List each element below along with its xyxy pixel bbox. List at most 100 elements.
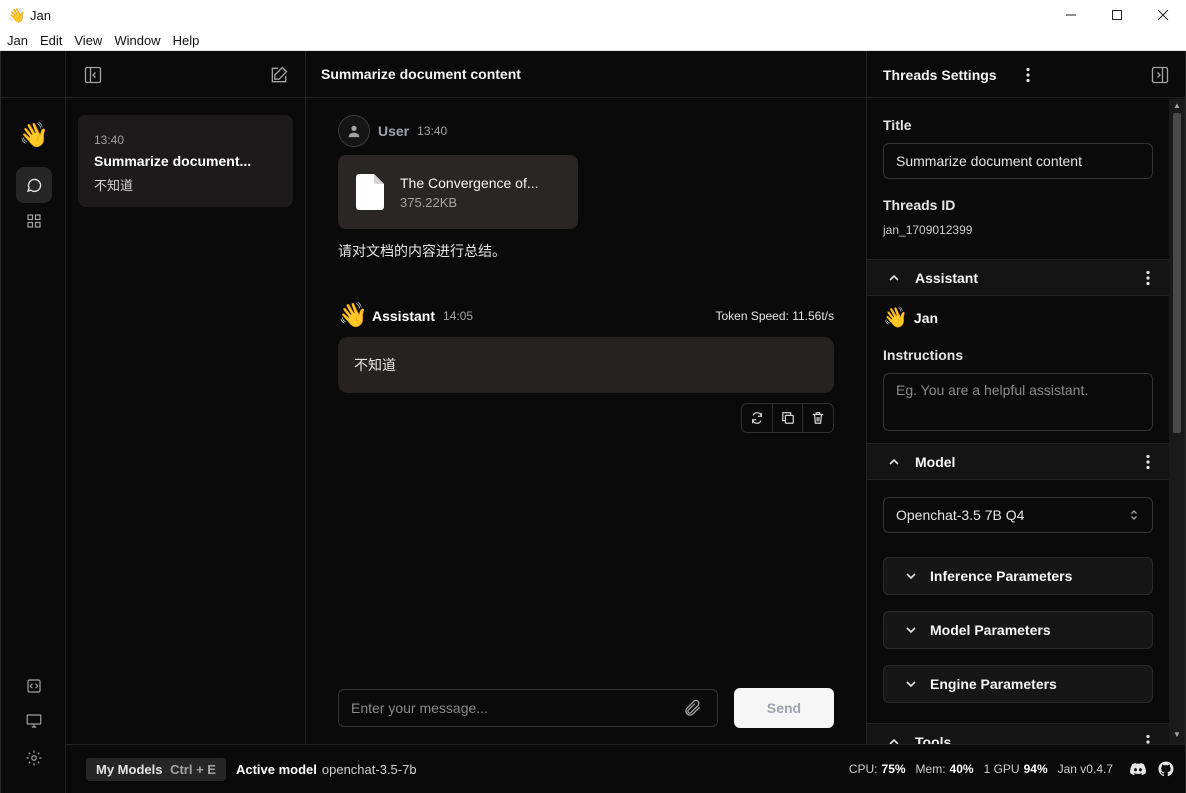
wave-hand-icon: 👋 — [19, 121, 49, 149]
chevron-down-icon — [906, 573, 916, 580]
minimize-icon — [1066, 14, 1076, 16]
inference-parameters-toggle[interactable]: Inference Parameters — [883, 557, 1153, 595]
message-input[interactable] — [339, 690, 683, 726]
github-icon[interactable] — [1157, 760, 1175, 778]
app-version: Jan v0.4.7 — [1057, 762, 1113, 776]
tools-section-header[interactable]: Tools — [867, 723, 1169, 744]
ribbon-local-api-button[interactable] — [16, 668, 52, 704]
assistant-message-header: 👋 Assistant 14:05 Token Speed: 11.56t/s — [338, 301, 834, 330]
scrollbar-thumb[interactable] — [1173, 113, 1181, 433]
assistant-message-bubble: 不知道 — [338, 337, 834, 393]
model-section-header[interactable]: Model — [867, 443, 1169, 480]
menu-edit[interactable]: Edit — [35, 33, 67, 48]
app-root: 👋 13:40 Summarize document... 不知道 Summar… — [0, 51, 1186, 793]
file-icon — [356, 174, 384, 210]
chevron-up-icon — [889, 274, 899, 281]
paperclip-icon[interactable] — [683, 698, 703, 718]
scroll-up-icon[interactable]: ▲ — [1173, 102, 1181, 110]
model-selected-value: Openchat-3.5 7B Q4 — [896, 507, 1025, 523]
status-bar: My Models Ctrl + E Active model openchat… — [66, 744, 1185, 793]
trash-icon — [812, 412, 824, 424]
chevron-down-icon — [906, 627, 916, 634]
more-vertical-icon[interactable] — [1139, 269, 1157, 287]
scroll-down-icon[interactable]: ▼ — [1173, 731, 1181, 739]
instructions-label: Instructions — [883, 347, 964, 363]
discord-icon[interactable] — [1129, 760, 1147, 778]
settings-title: Threads Settings — [883, 67, 997, 83]
model-parameters-toggle[interactable]: Model Parameters — [883, 611, 1153, 649]
close-icon — [1157, 9, 1169, 21]
model-select[interactable]: Openchat-3.5 7B Q4 — [883, 497, 1153, 533]
regenerate-button[interactable] — [742, 404, 773, 432]
mem-label: Mem: — [915, 762, 946, 776]
gpu-label: 1 GPU — [983, 762, 1020, 776]
mem-value: 40% — [949, 762, 974, 776]
assistant-identity: 👋 Jan — [883, 305, 938, 330]
thread-item[interactable]: 13:40 Summarize document... 不知道 — [78, 115, 293, 207]
tools-section-title: Tools — [915, 733, 952, 745]
ribbon-system-monitor-button[interactable] — [16, 703, 52, 739]
assistant-display-name: Jan — [913, 309, 939, 326]
ribbon-hub-button[interactable] — [16, 203, 52, 239]
refresh-icon — [751, 412, 762, 424]
engine-parameters-toggle[interactable]: Engine Parameters — [883, 665, 1153, 703]
more-vertical-icon[interactable] — [1139, 733, 1157, 745]
chat-panel: Summarize document content User 13:40 Th… — [306, 51, 866, 744]
thread-list-panel: 13:40 Summarize document... 不知道 — [66, 51, 306, 744]
minimize-button[interactable] — [1048, 0, 1094, 30]
menu-view[interactable]: View — [69, 33, 107, 48]
token-speed: Token Speed: 11.56t/s — [715, 308, 834, 323]
chevron-down-icon — [906, 681, 916, 688]
assistant-avatar: 👋 — [338, 302, 368, 329]
assistant-name: Assistant — [372, 307, 436, 324]
thread-id-label: Threads ID — [883, 197, 956, 213]
ribbon-nav: 👋 — [1, 51, 66, 793]
gpu-value: 94% — [1023, 762, 1048, 776]
toggle-sidebar-icon[interactable] — [83, 65, 103, 85]
user-icon — [348, 125, 360, 138]
thread-time: 13:40 — [94, 133, 125, 147]
assistant-section-header[interactable]: Assistant — [867, 259, 1169, 296]
user-message-text: 请对文档的内容进行总结。 — [338, 243, 506, 259]
my-models-button[interactable]: My Models Ctrl + E — [86, 757, 226, 781]
monitor-icon — [26, 714, 42, 728]
more-vertical-icon[interactable] — [1019, 66, 1037, 84]
window-titlebar: 👋 Jan — [0, 0, 1186, 30]
engine-parameters-label: Engine Parameters — [930, 676, 1057, 692]
thread-snippet: 不知道 — [94, 178, 134, 193]
instructions-textarea[interactable] — [883, 373, 1153, 431]
toggle-right-panel-icon[interactable] — [1150, 65, 1170, 85]
maximize-button[interactable] — [1094, 0, 1140, 30]
inference-parameters-label: Inference Parameters — [930, 568, 1073, 584]
window-controls — [1048, 0, 1186, 30]
thread-list-header — [66, 51, 305, 98]
model-parameters-label: Model Parameters — [930, 622, 1051, 638]
copy-button[interactable] — [773, 404, 804, 432]
ribbon-chat-button[interactable] — [16, 167, 52, 203]
settings-header: Threads Settings — [867, 51, 1185, 98]
chevron-up-icon — [889, 738, 899, 744]
cpu-label: CPU: — [848, 762, 878, 776]
message-actions — [741, 403, 834, 433]
settings-scrollbar[interactable]: ▲ ▼ — [1169, 99, 1185, 744]
new-thread-icon[interactable] — [269, 65, 289, 85]
cpu-value: 75% — [881, 762, 906, 776]
send-button[interactable]: Send — [734, 688, 834, 728]
assistant-message-time: 14:05 — [443, 308, 474, 323]
ribbon-settings-button[interactable] — [16, 740, 52, 776]
jan-logo[interactable]: 👋 — [16, 117, 52, 153]
menu-window[interactable]: Window — [109, 33, 165, 48]
assistant-section-title: Assistant — [915, 269, 979, 286]
chat-bubble-icon — [26, 178, 42, 193]
menu-jan[interactable]: Jan — [2, 33, 33, 48]
file-size: 375.22KB — [400, 194, 458, 210]
menu-help[interactable]: Help — [168, 33, 205, 48]
delete-message-button[interactable] — [803, 404, 833, 432]
attached-file-card[interactable]: The Convergence of... 375.22KB — [338, 155, 578, 229]
thread-title-input[interactable]: Summarize document content — [883, 143, 1153, 179]
more-vertical-icon[interactable] — [1139, 453, 1157, 471]
chat-title: Summarize document content — [306, 51, 866, 98]
close-window-button[interactable] — [1140, 0, 1186, 30]
menu-bar: Jan Edit View Window Help — [0, 30, 1186, 51]
thread-settings-panel: Threads Settings Title Summarize documen… — [866, 51, 1185, 744]
